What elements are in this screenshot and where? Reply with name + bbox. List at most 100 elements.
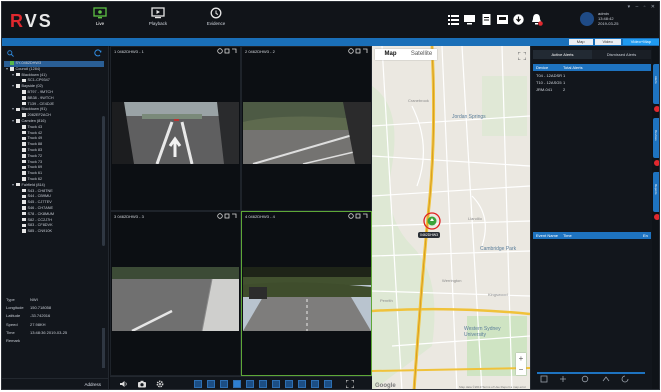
map-footer[interactable]: Map data ©2019 Terms of Use Report a map… <box>459 385 526 389</box>
settings-icon[interactable] <box>156 380 164 388</box>
col-en[interactable]: En <box>643 232 651 239</box>
layout-4-button[interactable] <box>233 380 241 388</box>
tree-checkbox[interactable] <box>22 113 26 117</box>
table-row[interactable]: T10 - 12ASG5 1 <box>533 80 651 86</box>
tree-checkbox[interactable] <box>22 229 26 233</box>
layout-6-button[interactable] <box>246 380 254 388</box>
tree-item-label: Truck 72 <box>27 153 43 158</box>
tab-dismissed-alerts[interactable]: Dismissed Alerts <box>592 50 651 59</box>
alarm-icon[interactable] <box>530 13 543 26</box>
tree-checkbox[interactable] <box>22 177 26 181</box>
tree-checkbox[interactable] <box>22 171 26 175</box>
tree-checkbox[interactable] <box>22 148 26 152</box>
video-pane-1[interactable]: 1 0462DHW3 - 1 <box>110 46 241 211</box>
volume-icon[interactable] <box>120 380 128 388</box>
tree-checkbox[interactable] <box>10 67 14 71</box>
video-pane-3[interactable]: 3 0462DHW3 - 3 <box>110 211 241 376</box>
map-panel[interactable]: Map Satellite Cranebrook Jordan Springs … <box>372 46 530 390</box>
tree-checkbox[interactable] <box>22 217 26 222</box>
tree-checkbox[interactable] <box>22 159 26 164</box>
layout-1-button[interactable] <box>194 380 202 388</box>
tree-checkbox[interactable] <box>22 200 26 204</box>
layout-25-button[interactable] <box>324 380 332 388</box>
side-tab-devices[interactable]: Devices <box>653 118 659 158</box>
tree-checkbox[interactable] <box>22 194 26 199</box>
monitor-icon[interactable] <box>464 14 475 25</box>
nav-live[interactable]: Live <box>80 7 120 37</box>
tree-checkbox[interactable] <box>22 125 26 129</box>
tree-checkbox[interactable] <box>22 130 26 135</box>
fullscreen-video-icon[interactable] <box>346 380 354 388</box>
vehicle-label: 0462DHW3 <box>418 232 441 238</box>
map-type-satellite[interactable]: Satellite <box>406 49 437 60</box>
col-total-alerts[interactable]: Total Alerts <box>563 64 583 71</box>
col-time[interactable]: Time <box>563 232 643 239</box>
nav-evidence[interactable]: Evidence <box>196 7 236 37</box>
device-icon[interactable] <box>497 14 508 25</box>
layout-13-button[interactable] <box>298 380 306 388</box>
tree-checkbox[interactable] <box>22 90 26 94</box>
tree-scrollbar[interactable] <box>102 116 105 246</box>
tree-checkbox[interactable] <box>16 107 20 112</box>
tree-checkbox[interactable] <box>22 142 26 146</box>
tree-checkbox[interactable] <box>22 206 26 210</box>
info-key: Type <box>6 297 15 302</box>
tree-checkbox[interactable] <box>22 223 26 228</box>
video-pane-4[interactable]: 4 0462DHW3 - 4 <box>241 211 372 376</box>
layout-8-button[interactable] <box>259 380 267 388</box>
tree-checkbox[interactable] <box>22 165 26 170</box>
tree-checkbox[interactable] <box>16 119 20 123</box>
zoom-out-button[interactable]: − <box>516 364 526 375</box>
tree-checkbox[interactable] <box>22 78 26 83</box>
video-pane-2[interactable]: 2 0462DHW3 - 2 <box>241 46 372 211</box>
user-info[interactable]: admin 13:48:42 2019-03-25 <box>598 11 618 26</box>
tree-checkbox[interactable] <box>22 96 26 100</box>
tab-active-alerts[interactable]: Active Alerts <box>533 50 592 59</box>
list-icon[interactable] <box>448 14 459 25</box>
layout-10-button[interactable] <box>285 380 293 388</box>
search-icon[interactable] <box>7 50 14 57</box>
nav-playback[interactable]: Playback <box>138 7 178 37</box>
col-device[interactable]: Device <box>533 64 563 71</box>
col-event-name[interactable]: Event Name <box>533 232 563 239</box>
info-scrollbar[interactable] <box>102 328 105 368</box>
tree-checkbox[interactable] <box>22 136 26 141</box>
device-tree-panel: SY-0462DHW3 ▾ Council (1284) ▾ Blacktown (41… <box>2 46 109 389</box>
tree-checkbox[interactable] <box>16 72 20 77</box>
layout-2-button[interactable] <box>207 380 215 388</box>
video-controls-3[interactable] <box>217 213 237 219</box>
side-tab-reports[interactable]: Reports <box>653 172 659 212</box>
tree-checkbox[interactable] <box>22 188 26 193</box>
tree-checkbox[interactable] <box>22 101 26 106</box>
layout-16-button[interactable] <box>311 380 319 388</box>
table-row[interactable]: JRM-041 2 <box>533 87 651 93</box>
app-window: RVS Live Playback Evidence admin 13:48:4… <box>1 1 660 390</box>
tree-checkbox[interactable] <box>10 61 14 65</box>
map-canvas[interactable] <box>372 46 530 390</box>
video-controls-1[interactable] <box>217 48 237 54</box>
snapshot-icon[interactable] <box>138 380 146 388</box>
layout-9-button[interactable] <box>272 380 280 388</box>
tree-checkbox[interactable] <box>16 84 20 88</box>
zoom-in-button[interactable]: + <box>516 353 526 364</box>
layout-3-button[interactable] <box>220 380 228 388</box>
map-type-map[interactable]: Map <box>375 49 406 60</box>
fullscreen-icon[interactable] <box>518 52 526 60</box>
tree-checkbox[interactable] <box>22 154 26 158</box>
tree-checkbox[interactable] <box>22 211 26 216</box>
table-row[interactable]: T04 - 12ADSR 1 <box>533 73 651 79</box>
refresh-icon[interactable] <box>94 49 102 57</box>
tab-map[interactable]: Map <box>568 39 593 45</box>
window-controls[interactable]: ▾ – ▫ ✕ <box>628 4 657 10</box>
video-controls-2[interactable] <box>348 48 368 54</box>
tab-video-map[interactable]: Video+Map <box>622 39 659 45</box>
download-icon[interactable] <box>513 14 524 25</box>
report-icon[interactable] <box>481 14 492 25</box>
avatar[interactable] <box>580 12 594 26</box>
nav-playback-label: Playback <box>148 21 168 26</box>
tree-checkbox[interactable] <box>16 182 20 187</box>
side-tab-alerts[interactable]: Alerts <box>653 64 659 104</box>
tab-video[interactable]: Video <box>594 39 621 45</box>
tree-item[interactable]: S85 - CN910K <box>4 229 104 235</box>
video-controls-4[interactable] <box>348 213 368 219</box>
